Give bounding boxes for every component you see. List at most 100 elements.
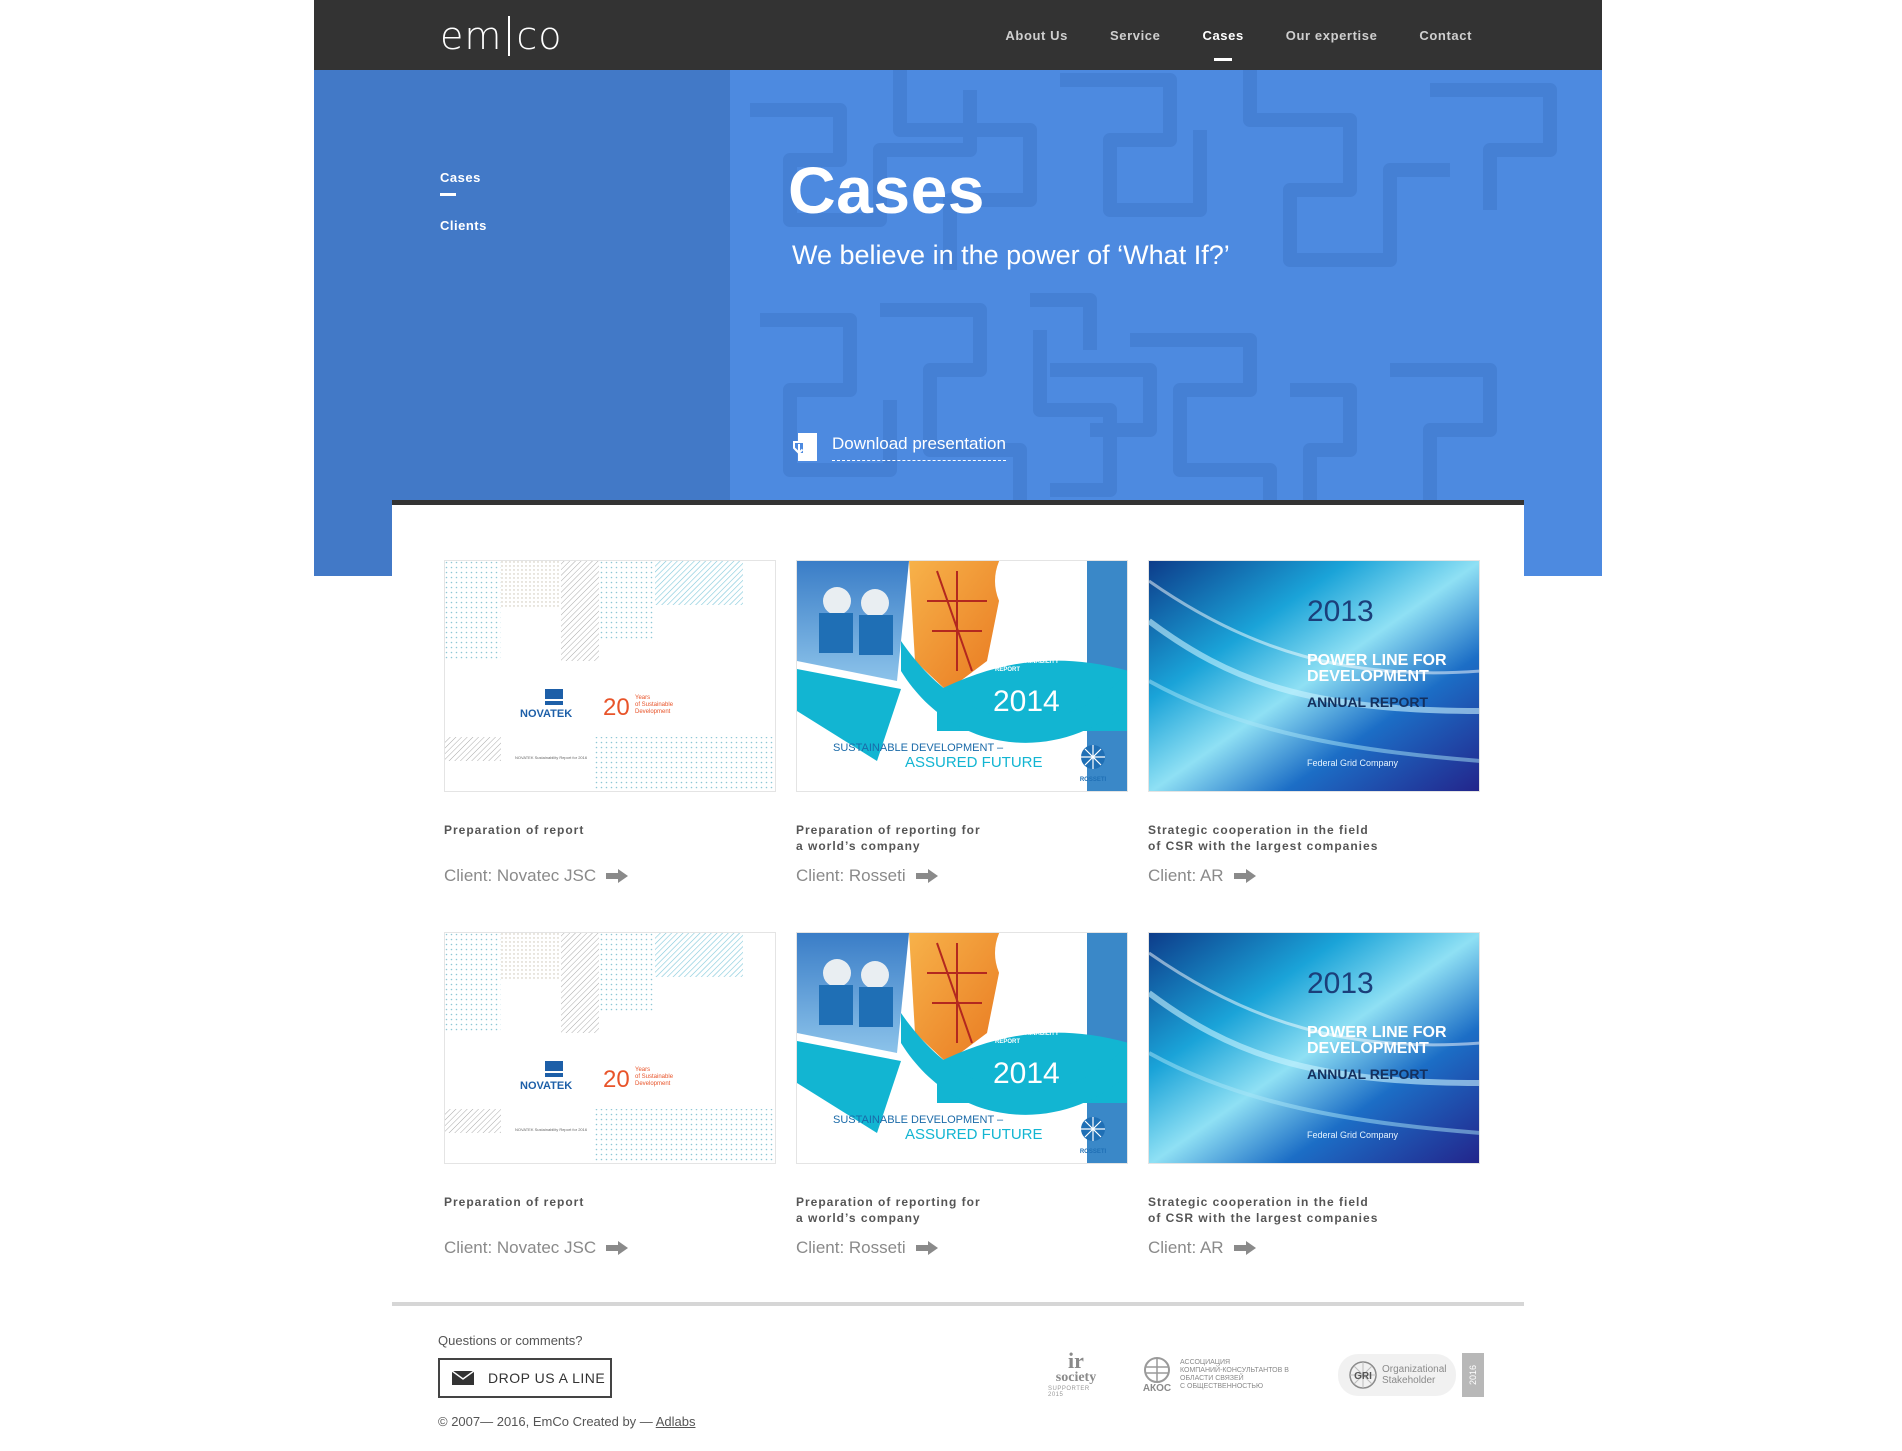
case-client-label: Client: Novatec JSC: [444, 866, 597, 885]
nav-cases[interactable]: Cases: [1202, 28, 1243, 43]
case-client-link[interactable]: Client: AR: [1148, 866, 1480, 886]
partner-logos: ir society SUPPORTER 2015 АКОС АССОЦИАЦИ…: [1048, 1350, 1485, 1399]
nav-contact[interactable]: Contact: [1419, 28, 1472, 43]
novatek-report-cover: NOVATEK 20 Years of Sustainable Developmen…: [445, 561, 775, 791]
drop-us-a-line-label: DROP US A LINE: [488, 1370, 606, 1386]
main-nav: About Us Service Cases Our expertise Con…: [1005, 0, 1472, 70]
power-line-title: POWER LINE FOR DEVELOPMENT: [1307, 652, 1447, 685]
case-thumbnail[interactable]: 2013 POWER LINE FOR DEVELOPMENT ANNUAL RE…: [1148, 932, 1480, 1164]
copyright-text: © 2007— 2016, EmCo Created by —: [438, 1414, 653, 1429]
copyright-line: © 2007— 2016, EmCo Created by — Adlabs: [438, 1414, 695, 1429]
case-thumbnail[interactable]: NOVATEK 20 Years of Sustainable Developmen…: [444, 932, 776, 1164]
nav-about-us[interactable]: About Us: [1005, 28, 1068, 43]
case-thumbnail[interactable]: NOVATEK 20 Years of Sustainable Developmen…: [444, 560, 776, 792]
power-line-sub: ANNUAL REPORT: [1307, 694, 1429, 710]
case-description: Preparation of reporting for a world’s c…: [796, 823, 981, 853]
ir-society-name: society: [1055, 1370, 1097, 1385]
case-description: Preparation of report: [444, 1195, 585, 1209]
novatek-20: 20: [603, 694, 630, 721]
nav-our-expertise[interactable]: Our expertise: [1286, 28, 1378, 43]
cases-side-nav: Cases Clients: [440, 170, 487, 233]
nav-service[interactable]: Service: [1110, 28, 1160, 43]
gri-globe-icon: GRI: [1349, 1361, 1377, 1389]
case-client-link[interactable]: Client: Novatec JSC: [444, 866, 776, 886]
novatek-brand: NOVATEK: [520, 708, 572, 720]
case-thumbnail[interactable]: CORPORATE SOCIAL RESPONSIBILITY AND SUSTAI…: [796, 560, 1128, 792]
arrow-right-icon: [606, 869, 629, 883]
rosseti-report-cover: CORPORATE SOCIAL RESPONSIBILITY AND SUSTAI…: [797, 933, 1127, 1163]
case-client-label: Client: AR: [1148, 866, 1224, 885]
case-description: Strategic cooperation in the field of CS…: [1148, 1195, 1379, 1225]
akos-name: АКОС: [1142, 1382, 1172, 1394]
active-indicator: [440, 193, 456, 196]
case-card[interactable]: 2013 POWER LINE FOR DEVELOPMENT ANNUAL RE…: [1148, 560, 1480, 886]
novatek-footer: NOVATEK Sustainability Report for 2016: [515, 1127, 588, 1132]
download-presentation-label: Download presentation: [832, 434, 1006, 461]
footer-divider: [392, 1302, 1524, 1306]
case-client-label: Client: Novatec JSC: [444, 1238, 597, 1257]
rosseti-line2: ASSURED FUTURE: [905, 754, 1043, 771]
arrow-right-icon: [606, 1241, 629, 1255]
gri-year-badge: 2016: [1462, 1353, 1485, 1397]
case-client-label: Client: Rosseti: [796, 866, 906, 885]
side-nav-clients[interactable]: Clients: [440, 218, 487, 233]
case-card[interactable]: 2013 POWER LINE FOR DEVELOPMENT ANNUAL RE…: [1148, 932, 1480, 1258]
download-document-icon: [793, 433, 817, 461]
power-line-title: POWER LINE FOR DEVELOPMENT: [1307, 1024, 1447, 1057]
case-description: Preparation of reporting for a world’s c…: [796, 1195, 981, 1225]
creator-link[interactable]: Adlabs: [656, 1414, 696, 1429]
rosseti-line1: SUSTAINABLE DEVELOPMENT –: [833, 742, 1004, 754]
case-description: Preparation of report: [444, 823, 585, 837]
ir-society-sub: SUPPORTER 2015: [1048, 1386, 1090, 1398]
case-card[interactable]: NOVATEK 20 Years of Sustainable Developmen…: [444, 932, 776, 1258]
logo-text-left: em: [440, 14, 503, 58]
case-client-link[interactable]: Client: AR: [1148, 1238, 1480, 1258]
drop-us-a-line-button[interactable]: DROP US A LINE: [438, 1358, 612, 1398]
envelope-icon: [452, 1371, 474, 1385]
case-client-label: Client: Rosseti: [796, 1238, 906, 1257]
arrow-right-icon: [1233, 1241, 1256, 1255]
gri-description: Organizational Stakeholder: [1382, 1364, 1447, 1386]
rosseti-brand: ROSSETI: [1080, 1149, 1107, 1155]
footer-question: Questions or comments?: [438, 1333, 583, 1348]
case-client-link[interactable]: Client: Rosseti: [796, 866, 1128, 886]
logo-text-right: co: [516, 14, 563, 58]
rosseti-line1: SUSTAINABLE DEVELOPMENT –: [833, 1114, 1004, 1126]
power-line-year: 2013: [1307, 595, 1374, 628]
rosseti-year: 2014: [993, 685, 1060, 718]
rosseti-report-cover: CORPORATE SOCIAL RESPONSIBILITY AND SUSTAI…: [797, 561, 1127, 791]
novatek-footer: NOVATEK Sustainability Report for 2016: [515, 755, 588, 760]
novatek-brand: NOVATEK: [520, 1080, 572, 1092]
gri-year: 2016: [1468, 1364, 1479, 1386]
page-title: Cases: [788, 153, 985, 227]
page-subtitle: We believe in the power of ‘What If?’: [792, 240, 1230, 270]
akos-globe-icon: [1144, 1356, 1170, 1383]
akos-description: АССОЦИАЦИЯ КОМПАНИЙ-КОНСУЛЬТАНТОВ В ОБЛА…: [1180, 1359, 1289, 1390]
rosseti-line2: ASSURED FUTURE: [905, 1126, 1043, 1143]
power-line-company: Federal Grid Company: [1307, 1130, 1399, 1140]
gri-text: GRI: [1354, 1371, 1372, 1382]
download-presentation-link[interactable]: Download presentation: [792, 432, 1006, 462]
case-card[interactable]: CORPORATE SOCIAL RESPONSIBILITY AND SUSTAI…: [796, 932, 1128, 1258]
rosseti-brand: ROSSETI: [1080, 777, 1107, 783]
power-line-sub: ANNUAL REPORT: [1307, 1066, 1429, 1082]
arrow-right-icon: [915, 869, 938, 883]
case-description: Strategic cooperation in the field of CS…: [1148, 823, 1379, 853]
case-client-link[interactable]: Client: Rosseti: [796, 1238, 1128, 1258]
logo-divider: [508, 16, 511, 56]
case-card[interactable]: CORPORATE SOCIAL RESPONSIBILITY AND SUSTAI…: [796, 560, 1128, 886]
emco-logo[interactable]: em co: [440, 14, 563, 58]
case-client-link[interactable]: Client: Novatec JSC: [444, 1238, 776, 1258]
case-card[interactable]: NOVATEK 20 Years of Sustainable Developmen…: [444, 560, 776, 886]
akos-logo[interactable]: АКОС АССОЦИАЦИЯ КОМПАНИЙ-КОНСУЛЬТАНТОВ В…: [1142, 1356, 1300, 1394]
ir-society-logo[interactable]: ir society SUPPORTER 2015: [1048, 1350, 1104, 1399]
novatek-report-cover: NOVATEK 20 Years of Sustainable Developmen…: [445, 933, 775, 1163]
side-nav-cases[interactable]: Cases: [440, 170, 487, 185]
case-thumbnail[interactable]: 2013 POWER LINE FOR DEVELOPMENT ANNUAL RE…: [1148, 560, 1480, 792]
gri-logo[interactable]: GRI Organizational Stakeholder 2016: [1338, 1353, 1485, 1397]
case-thumbnail[interactable]: CORPORATE SOCIAL RESPONSIBILITY AND SUSTAI…: [796, 932, 1128, 1164]
case-client-label: Client: AR: [1148, 1238, 1224, 1257]
power-line-company: Federal Grid Company: [1307, 758, 1399, 768]
arrow-right-icon: [1233, 869, 1256, 883]
top-navigation-bar: em co About Us Service Cases Our experti…: [314, 0, 1602, 70]
